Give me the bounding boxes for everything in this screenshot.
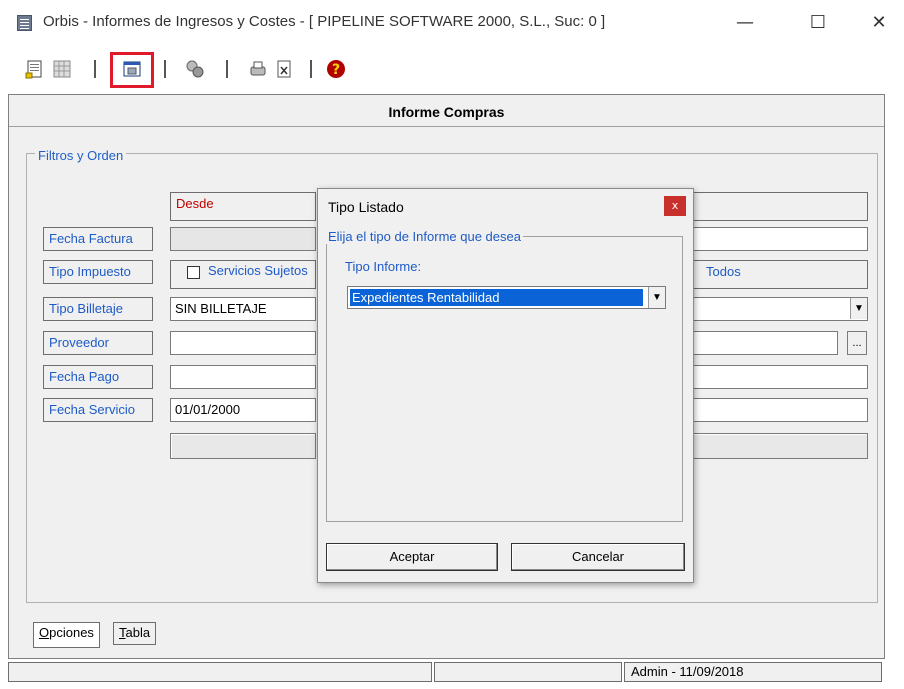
tab-tabla[interactable]: Tabla: [113, 622, 157, 645]
excel-export-icon[interactable]: [274, 59, 294, 79]
proveedor-browse-button[interactable]: ...: [847, 331, 867, 355]
servicios-sujetos-label: Servicios Sujetos: [208, 263, 308, 278]
tipo-informe-selected: Expedientes Rentabilidad: [349, 288, 644, 307]
chevron-down-icon[interactable]: ▼: [648, 287, 665, 308]
app-icon: [17, 15, 32, 31]
fecha-factura-from-field[interactable]: [170, 227, 316, 251]
fecha-pago-from-field[interactable]: [170, 365, 316, 389]
fecha-factura-label: Fecha Factura: [43, 227, 153, 251]
tipo-billetaje-select[interactable]: SIN BILLETAJE: [170, 297, 316, 321]
status-cell-1: [8, 662, 432, 682]
action-bar-left[interactable]: [170, 433, 316, 459]
window-title: Orbis - Informes de Ingresos y Costes - …: [43, 13, 606, 30]
toolbar-separator: [164, 60, 166, 78]
tipo-informe-label: Tipo Informe:: [345, 259, 422, 274]
fecha-pago-to-field[interactable]: [692, 365, 868, 389]
form-header: Informe Compras: [9, 95, 884, 127]
proveedor-label: Proveedor: [43, 331, 153, 355]
dialog-groupbox: [326, 236, 683, 522]
fecha-servicio-label: Fecha Servicio: [43, 398, 153, 422]
filters-group-title: Filtros y Orden: [35, 148, 127, 163]
fecha-servicio-to-field[interactable]: [692, 398, 868, 422]
fecha-servicio-from-field[interactable]: 01/01/2000: [170, 398, 316, 422]
desde-label: Desde: [176, 196, 214, 211]
chevron-down-icon[interactable]: ▼: [850, 298, 867, 319]
hasta-header: [692, 192, 868, 221]
todos-label: Todos: [706, 264, 741, 279]
servicios-sujetos-checkbox[interactable]: [187, 266, 200, 279]
tipo-billetaje-label: Tipo Billetaje: [43, 297, 153, 321]
toolbar-separator: [310, 60, 312, 78]
toolbar-separator: [94, 60, 96, 78]
toolbar-highlight-box: [110, 52, 154, 88]
tipo-impuesto-right-box: Todos: [692, 260, 868, 289]
processes-icon[interactable]: [185, 59, 205, 79]
accept-button[interactable]: Aceptar: [326, 543, 498, 571]
title-bar: Orbis - Informes de Ingresos y Costes - …: [0, 0, 904, 46]
dialog-title: Tipo Listado: [328, 199, 404, 215]
cancel-button[interactable]: Cancelar: [511, 543, 685, 571]
print-icon[interactable]: [248, 59, 268, 79]
minimize-button[interactable]: —: [722, 8, 768, 38]
tab-tabla-label: abla: [125, 625, 151, 640]
tipo-listado-dialog: Tipo Listado x Elija el tipo de Informe …: [317, 188, 694, 583]
close-button[interactable]: ✕: [856, 8, 902, 38]
status-cell-2: [434, 662, 622, 682]
fecha-pago-label: Fecha Pago: [43, 365, 153, 389]
help-icon-glyph: ?: [332, 62, 340, 78]
tipo-billetaje-select-right[interactable]: ▼: [692, 297, 868, 321]
toolbar-separator: [226, 60, 228, 78]
tab-opciones-label: pciones: [49, 625, 94, 640]
dialog-close-button[interactable]: x: [664, 196, 686, 216]
action-bar-right[interactable]: [692, 433, 868, 459]
status-user-date: Admin - 11/09/2018: [624, 662, 882, 682]
desde-header: Desde: [170, 192, 316, 221]
tipo-informe-select[interactable]: Expedientes Rentabilidad ▼: [347, 286, 666, 309]
proveedor-field-right[interactable]: [692, 331, 838, 355]
dialog-group-title: Elija el tipo de Informe que desea: [326, 229, 523, 244]
tab-opciones[interactable]: Opciones: [33, 622, 100, 648]
grid-icon[interactable]: [52, 59, 72, 79]
maximize-button[interactable]: ☐: [795, 8, 841, 38]
new-document-icon[interactable]: [25, 59, 45, 79]
tipo-impuesto-label: Tipo Impuesto: [43, 260, 153, 284]
tab-opciones-mnemonic: O: [39, 625, 50, 640]
fecha-factura-to-field[interactable]: [692, 227, 868, 251]
proveedor-field[interactable]: [170, 331, 316, 355]
help-icon[interactable]: ?: [326, 59, 346, 79]
